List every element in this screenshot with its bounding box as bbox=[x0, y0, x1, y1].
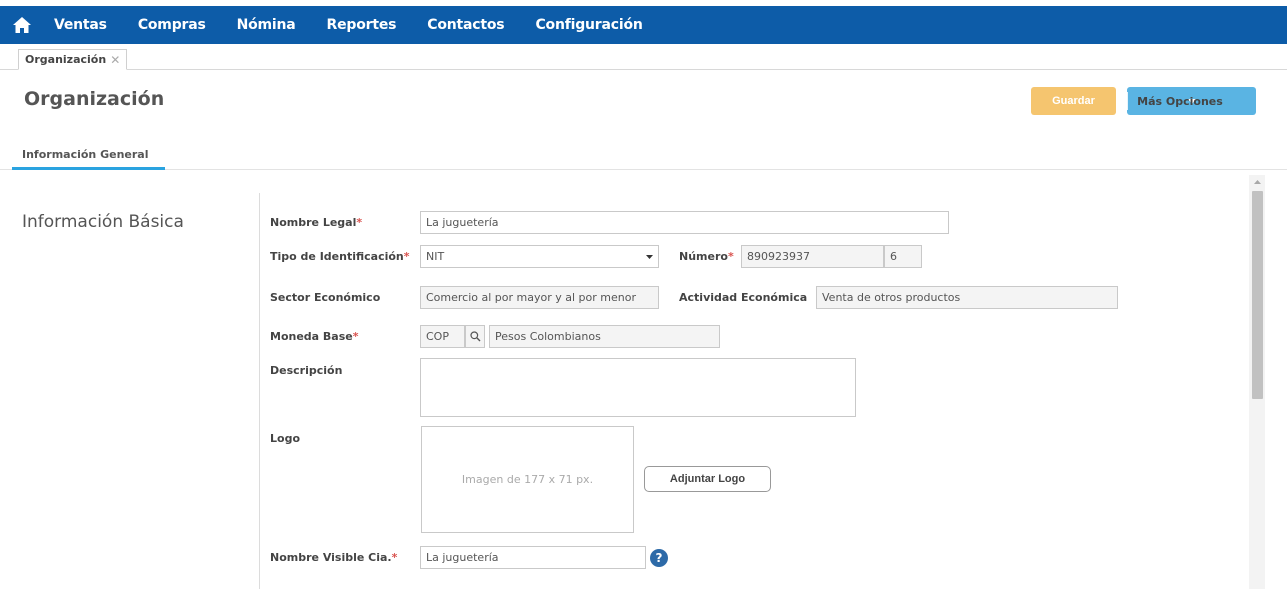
tipo-identificacion-label: Tipo de Identificación* bbox=[270, 250, 410, 263]
home-button[interactable] bbox=[0, 6, 44, 44]
button-separator bbox=[1127, 92, 1128, 110]
document-tabbar: Organización ✕ bbox=[0, 44, 1287, 70]
label-text: Tipo de Identificación bbox=[270, 250, 404, 263]
nav-reportes[interactable]: Reportes bbox=[327, 17, 397, 33]
tab-informacion-general[interactable]: Información General bbox=[12, 148, 165, 170]
group-divider bbox=[259, 193, 260, 589]
tab-label: Organización bbox=[25, 53, 107, 66]
attach-logo-button[interactable]: Adjuntar Logo bbox=[644, 466, 771, 492]
nombre-legal-input[interactable]: La juguetería bbox=[420, 211, 949, 234]
sector-economico-label: Sector Económico bbox=[270, 291, 381, 304]
required-mark: * bbox=[356, 216, 363, 229]
label-text: Moneda Base bbox=[270, 330, 353, 343]
nombre-legal-label: Nombre Legal* bbox=[270, 216, 362, 229]
moneda-base-label: Moneda Base* bbox=[270, 330, 359, 343]
numero-label: Número* bbox=[679, 250, 734, 263]
nav-nomina[interactable]: Nómina bbox=[237, 17, 296, 33]
actividad-economica-label: Actividad Económica bbox=[679, 291, 808, 304]
required-mark: * bbox=[352, 330, 359, 343]
more-options-label: Más Opciones bbox=[1137, 94, 1223, 108]
sector-economico-input[interactable]: Comercio al por mayor y al por menor bbox=[420, 286, 659, 309]
actividad-economica-input[interactable]: Venta de otros productos bbox=[816, 286, 1118, 309]
scroll-thumb[interactable] bbox=[1252, 191, 1263, 399]
select-value: NIT bbox=[426, 250, 445, 263]
search-icon bbox=[469, 331, 480, 342]
moneda-name-input[interactable]: Pesos Colombianos bbox=[489, 325, 720, 348]
group-title: Información Básica bbox=[22, 212, 184, 232]
nav-contactos[interactable]: Contactos bbox=[427, 17, 504, 33]
required-mark: * bbox=[403, 250, 410, 263]
label-text: Nombre Legal bbox=[270, 216, 357, 229]
descripcion-textarea[interactable] bbox=[420, 358, 856, 417]
required-mark: * bbox=[727, 250, 734, 263]
nombre-visible-input[interactable]: La juguetería bbox=[420, 546, 646, 569]
moneda-code-input[interactable]: COP bbox=[420, 325, 465, 348]
check-digit-input[interactable]: 6 bbox=[884, 245, 922, 268]
label-text: Número bbox=[679, 250, 728, 263]
tab-organizacion[interactable]: Organización ✕ bbox=[18, 49, 128, 70]
section-tabs: Información General bbox=[0, 148, 1287, 170]
scroll-up-arrow-icon[interactable] bbox=[1249, 175, 1265, 189]
descripcion-label: Descripción bbox=[270, 364, 343, 377]
app-window: Ventas Compras Nómina Reportes Contactos… bbox=[0, 0, 1287, 589]
vertical-scrollbar[interactable] bbox=[1249, 175, 1265, 589]
page-title: Organización bbox=[24, 88, 165, 110]
help-icon[interactable]: ? bbox=[650, 549, 668, 567]
required-mark: * bbox=[391, 551, 398, 564]
nav-compras[interactable]: Compras bbox=[138, 17, 206, 33]
label-text: Nombre Visible Cia. bbox=[270, 551, 392, 564]
nombre-visible-label: Nombre Visible Cia.* bbox=[270, 551, 397, 564]
tipo-identificacion-select[interactable]: NIT bbox=[420, 245, 659, 268]
nav-configuracion[interactable]: Configuración bbox=[535, 17, 642, 33]
logo-label: Logo bbox=[270, 432, 300, 445]
currency-search-button[interactable] bbox=[465, 325, 485, 348]
logo-placeholder: Imagen de 177 x 71 px. bbox=[421, 426, 634, 533]
more-options-button[interactable]: Más Opciones bbox=[1127, 87, 1256, 115]
numero-input[interactable]: 890923937 bbox=[741, 245, 884, 268]
nav-ventas[interactable]: Ventas bbox=[54, 17, 107, 33]
save-button[interactable]: Guardar bbox=[1031, 87, 1116, 115]
home-icon bbox=[13, 17, 31, 33]
chevron-down-icon bbox=[646, 254, 653, 259]
main-navbar: Ventas Compras Nómina Reportes Contactos… bbox=[0, 6, 1287, 44]
close-icon[interactable]: ✕ bbox=[110, 53, 120, 67]
